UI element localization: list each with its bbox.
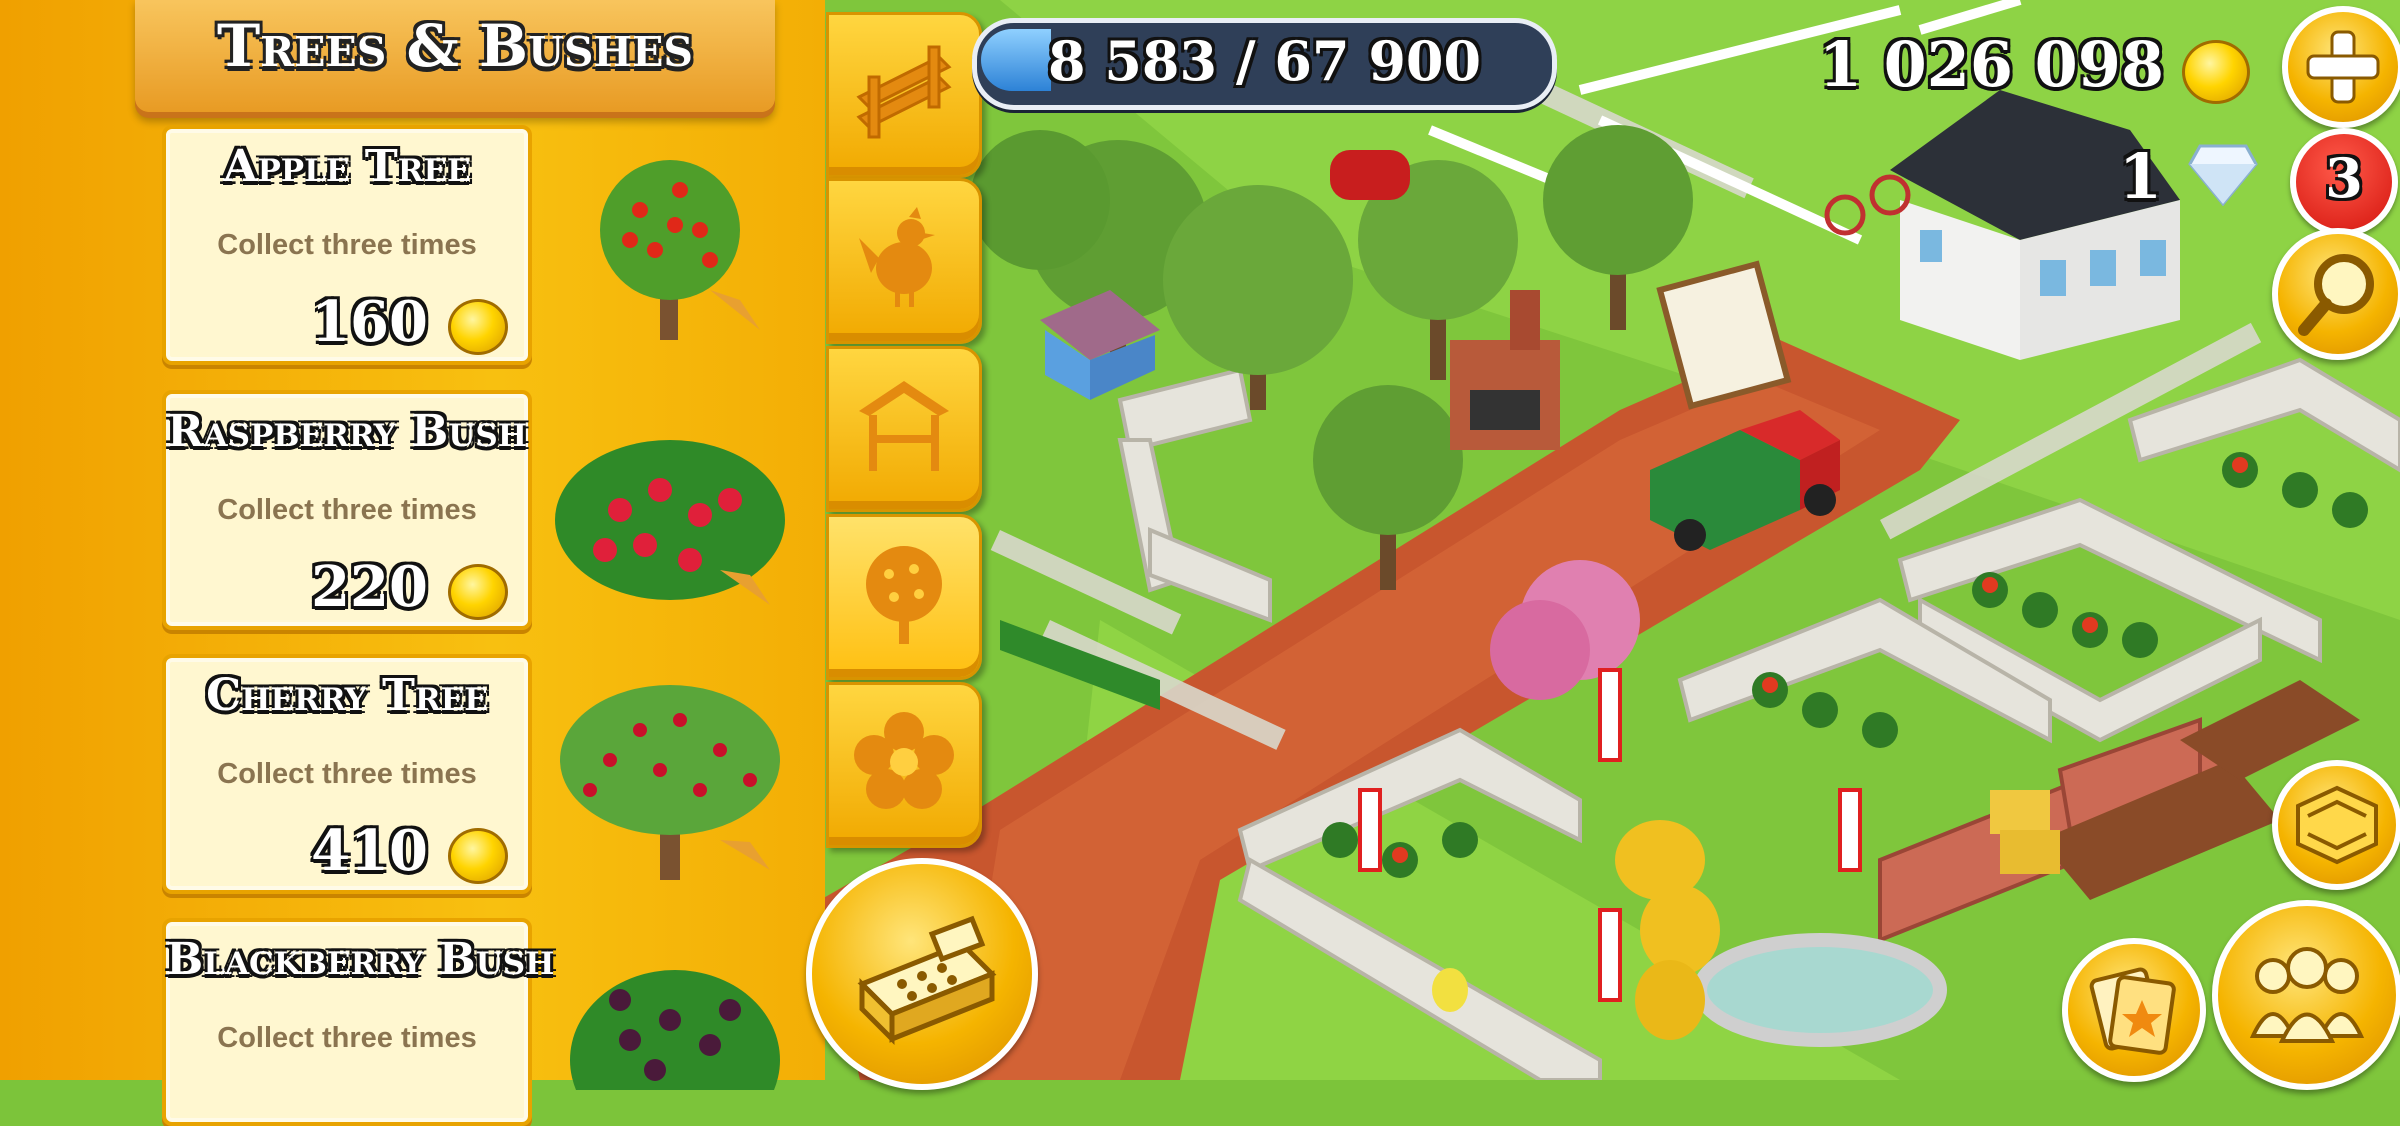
cards-button[interactable]: [2062, 938, 2206, 1082]
add-currency-button[interactable]: [2282, 6, 2400, 128]
item-price: 160: [311, 289, 428, 355]
item-description: Collect three times: [217, 1022, 477, 1054]
raspberry-bush-icon[interactable]: [550, 420, 790, 620]
experience-bar[interactable]: 8 583 / 67 900: [972, 18, 1557, 110]
cards-icon: [2089, 967, 2176, 1055]
stand-icon: [859, 381, 949, 471]
cherry-tree-icon[interactable]: [550, 670, 790, 890]
shop-title: Trees & Bushes: [216, 12, 694, 80]
apple-tree-icon[interactable]: [560, 140, 780, 360]
diamond-balance: 1: [2118, 140, 2162, 213]
magnifier-icon: [2298, 254, 2374, 336]
flower-icon: [854, 712, 954, 809]
shop-item-raspberry-bush[interactable]: Raspberry Bush Collect three times 220: [162, 390, 532, 630]
item-price: 220: [311, 554, 428, 620]
blackberry-bush-icon[interactable]: [560, 950, 790, 1090]
plus-icon: [2306, 30, 2380, 104]
friends-button[interactable]: [2212, 900, 2400, 1090]
friends-icon: [2249, 947, 2365, 1043]
notification-badge[interactable]: 3: [2290, 128, 2398, 236]
shop-item-apple-tree[interactable]: Apple Tree Collect three times 160: [162, 125, 532, 365]
item-name: Apple Tree: [223, 141, 471, 192]
expand-map-button[interactable]: [2272, 760, 2400, 890]
shop-item-blackberry-bush[interactable]: Blackberry Bush Collect three times: [162, 918, 555, 1126]
item-description: Collect three times: [217, 494, 477, 526]
cash-register-icon: [857, 915, 997, 1046]
notification-count: 3: [2325, 146, 2363, 210]
coin-icon: [448, 564, 508, 620]
fence-icon: [856, 45, 952, 139]
tab-buildings[interactable]: [826, 346, 982, 512]
item-name: Cherry Tree: [206, 670, 488, 721]
coin-icon: [448, 299, 508, 355]
diamond-icon: [2188, 144, 2258, 206]
expand-map-icon: [2296, 785, 2378, 865]
tab-fences[interactable]: [826, 12, 982, 178]
item-name: Raspberry Bush: [166, 406, 528, 457]
coin-icon: [448, 828, 508, 884]
shop-item-cherry-tree[interactable]: Cherry Tree Collect three times 410: [162, 654, 532, 894]
search-button[interactable]: [2272, 228, 2400, 360]
coin-balance: 1 026 098: [1818, 28, 2164, 101]
tab-animals[interactable]: [826, 178, 982, 344]
sell-button[interactable]: [806, 858, 1038, 1090]
tab-trees-bushes[interactable]: [826, 514, 982, 680]
tab-decorations[interactable]: [826, 682, 982, 848]
tree-icon: [866, 546, 942, 644]
shop-header: Trees & Bushes: [135, 0, 775, 112]
rooster-icon: [859, 207, 935, 307]
coin-icon: [2182, 40, 2250, 104]
experience-text: 8 583 / 67 900: [1047, 29, 1482, 93]
shop-panel: Trees & Bushes Apple Tree Collect three …: [0, 0, 825, 1126]
item-description: Collect three times: [217, 758, 477, 790]
item-name: Blackberry Bush: [166, 934, 555, 985]
item-description: Collect three times: [217, 229, 477, 261]
item-price: 410: [311, 818, 428, 884]
